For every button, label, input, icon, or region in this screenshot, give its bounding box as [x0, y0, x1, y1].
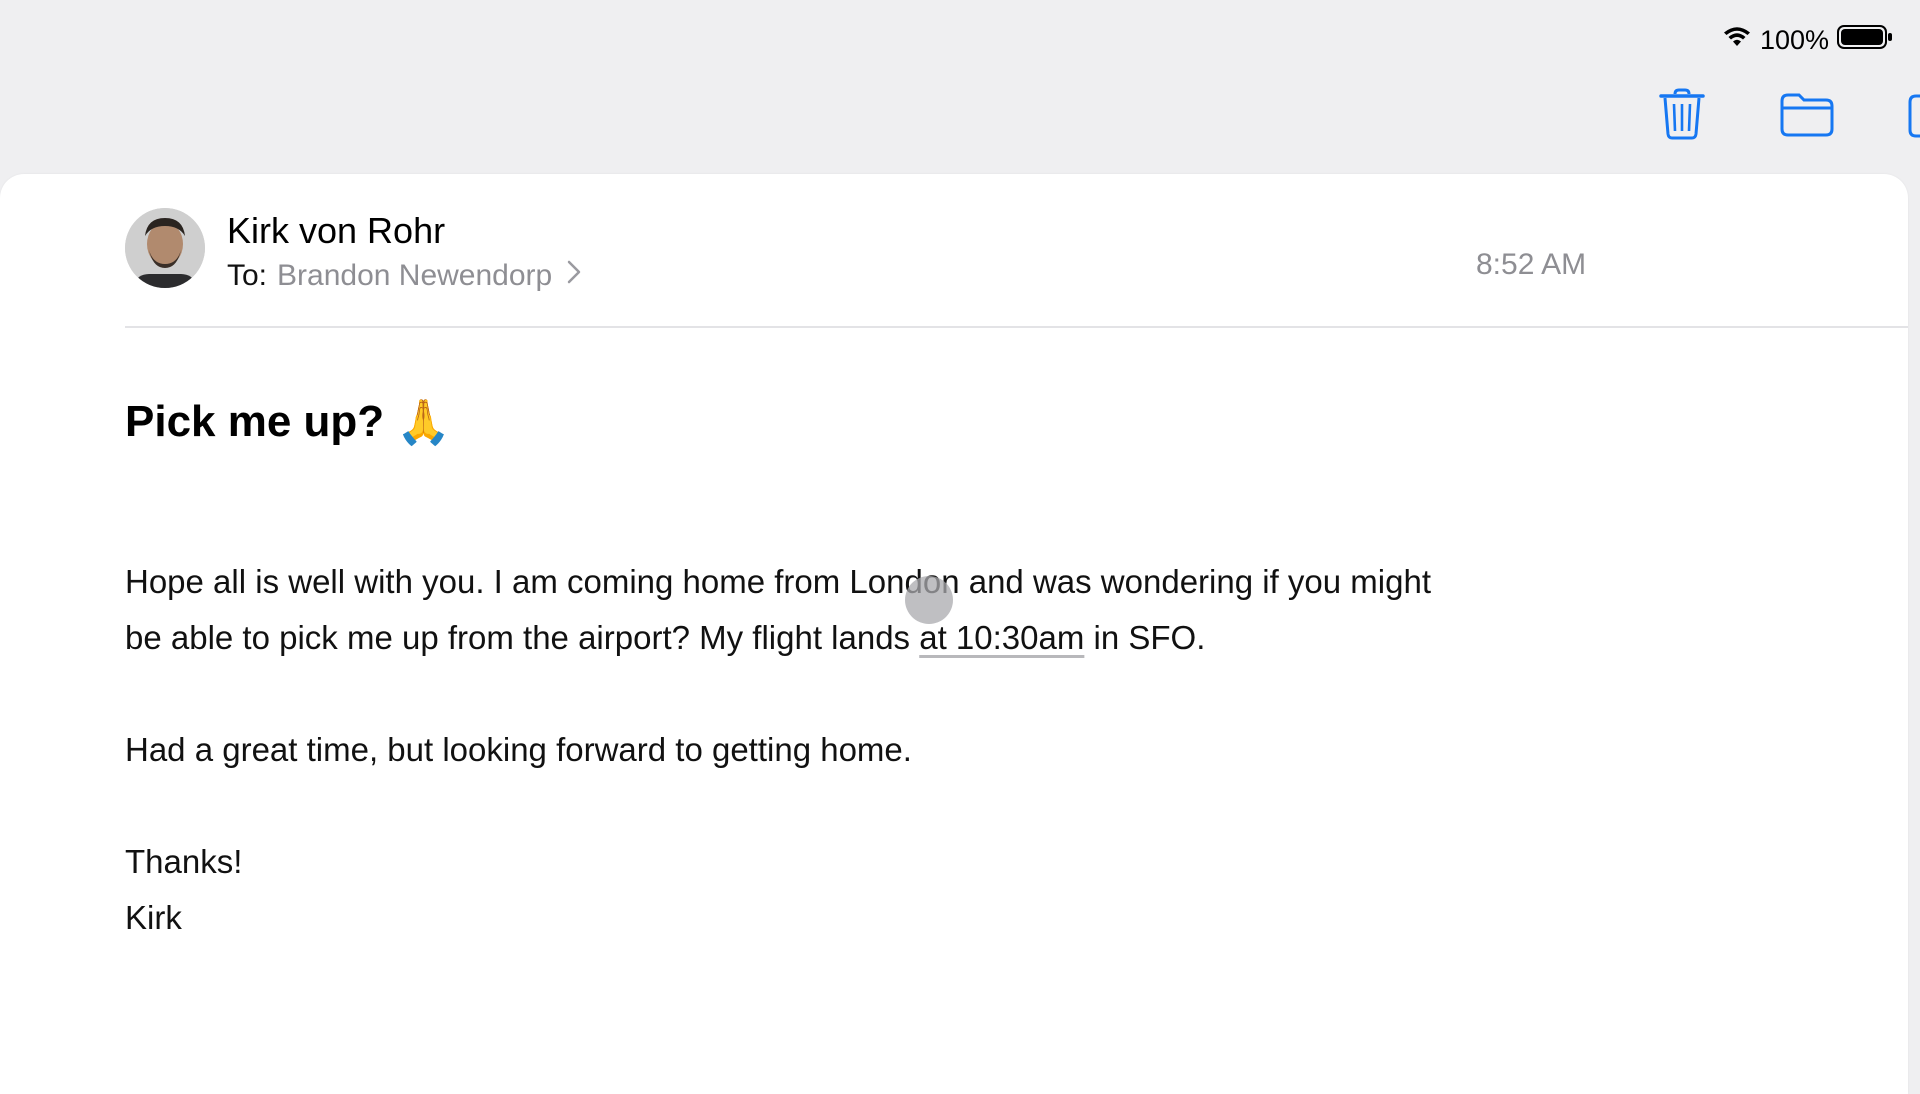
chevron-right-icon[interactable] — [566, 258, 582, 294]
body-line-2-end: in SFO. — [1084, 619, 1206, 656]
to-label: To: — [227, 259, 268, 292]
body-paragraph-2: Had a great time, but looking forward to… — [125, 731, 912, 768]
compose-button[interactable] — [1902, 86, 1920, 146]
body-paragraph-1: Hope all is well with you. I am coming h… — [125, 554, 1625, 666]
recipient-name[interactable]: Brandon Newendorp — [277, 259, 552, 293]
move-to-folder-button[interactable] — [1777, 86, 1837, 146]
status-bar: 100% — [0, 0, 1920, 80]
time-link[interactable]: at 10:30am — [919, 619, 1084, 656]
battery-percent: 100% — [1759, 25, 1829, 55]
email-subject: Pick me up? 🙏 — [125, 396, 451, 448]
recipient-row[interactable]: To: Brandon Newendorp — [227, 258, 582, 294]
folder-icon — [1779, 91, 1835, 142]
signoff-line-1: Thanks! — [125, 843, 243, 880]
praying-hands-icon: 🙏 — [396, 398, 451, 447]
status-indicators: 100% — [1722, 24, 1893, 57]
email-card: Kirk von Rohr To: Brandon Newendorp 8:52… — [0, 174, 1908, 1094]
email-time: 8:52 AM — [1476, 248, 1587, 281]
sender-name[interactable]: Kirk von Rohr — [227, 210, 445, 252]
body-line-1: Hope all is well with you. I am coming h… — [125, 563, 1431, 600]
toolbar — [1500, 86, 1920, 152]
subject-text: Pick me up? — [125, 397, 385, 446]
email-body: Hope all is well with you. I am coming h… — [125, 554, 1625, 946]
pointer-cursor — [905, 576, 953, 624]
avatar[interactable] — [125, 208, 205, 288]
battery-icon — [1837, 24, 1893, 57]
wifi-icon — [1722, 25, 1752, 56]
signoff-line-2: Kirk — [125, 899, 182, 936]
email-header: Kirk von Rohr To: Brandon Newendorp 8:52… — [125, 208, 1908, 328]
compose-icon — [1906, 88, 1920, 145]
trash-button[interactable] — [1652, 86, 1712, 146]
header-divider — [125, 326, 1908, 328]
trash-icon — [1659, 88, 1705, 145]
body-line-2-start: be able to pick me up from the airport? … — [125, 619, 920, 656]
